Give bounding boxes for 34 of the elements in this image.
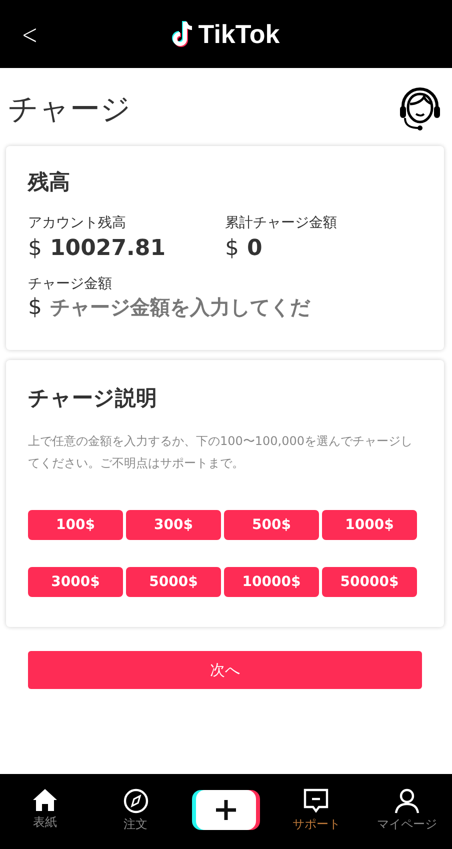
back-button[interactable]: < [17,18,42,51]
amount-option[interactable]: 3000$ [28,567,123,597]
logo-text: TikTok [198,18,280,50]
amount-option[interactable]: 50000$ [322,567,417,597]
amount-option[interactable]: 500$ [224,510,319,540]
page-title: チャージ [8,90,131,128]
card-title: チャージ説明 [28,385,158,412]
nav-tab[interactable]: サポート [271,788,362,833]
plus-icon [214,799,237,821]
home-icon [32,788,58,812]
next-button[interactable]: 次へ [28,651,422,689]
nav-tab[interactable]: 注文 [90,788,181,833]
amount-option[interactable]: 1000$ [322,510,417,540]
compass-icon [122,788,149,814]
amount-option[interactable]: 100$ [28,510,123,540]
currency-sign: $ [28,236,42,261]
amount-option[interactable]: 300$ [126,510,221,540]
currency-sign: $ [225,236,239,261]
headset-icon[interactable] [398,86,442,132]
stat-value: 0 [247,236,262,261]
stat-value: 10027.81 [50,236,166,261]
amount-label: チャージ金額 [28,275,113,293]
stat-label: アカウント残高 [28,214,127,232]
stat-label: 累計チャージ金額 [225,214,338,232]
user-icon [394,788,420,814]
message-icon [303,788,330,814]
currency-sign: $ [28,295,42,320]
amount-option[interactable]: 10000$ [224,567,319,597]
nav-tab[interactable]: 表紙 [0,788,90,831]
nav-tab[interactable]: マイページ [362,788,452,833]
create-button[interactable] [196,790,256,830]
description-text: 上で任意の金額を入力するか、下の100〜100,000を選んでチャージしてください。ご不明点はサポートまで。 [28,433,414,472]
card-title: 残高 [28,169,71,196]
amount-option[interactable]: 5000$ [126,567,221,597]
